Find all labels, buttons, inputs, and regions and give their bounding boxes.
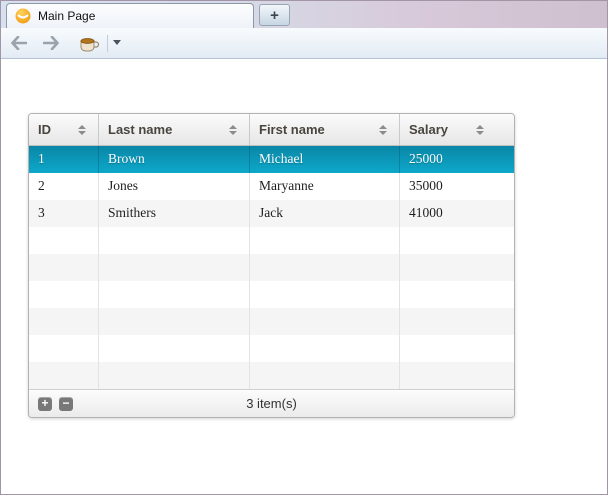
grid-header: ID Last name First name Salary xyxy=(29,114,514,146)
grid-footer: + − 3 item(s) xyxy=(29,389,514,417)
back-button[interactable] xyxy=(9,34,29,52)
table-row-empty xyxy=(29,227,514,254)
cell-firstname: Maryanne xyxy=(250,173,400,200)
column-header-salary[interactable]: Salary xyxy=(400,114,514,145)
table-row-empty xyxy=(29,308,514,335)
tab-title: Main Page xyxy=(38,9,95,23)
cell-lastname: Brown xyxy=(99,146,250,173)
back-arrow-icon xyxy=(11,36,27,50)
cell-salary: 41000 xyxy=(400,200,514,227)
page-content: ID Last name First name Salary 1 xyxy=(1,59,607,495)
item-count-status: 3 item(s) xyxy=(29,396,514,411)
browser-window: Main Page + xyxy=(0,0,608,495)
cell-firstname: Michael xyxy=(250,146,400,173)
tab-main-page[interactable]: Main Page xyxy=(6,3,254,28)
site-button[interactable] xyxy=(75,32,103,55)
table-row[interactable]: 3 Smithers Jack 41000 xyxy=(29,200,514,227)
table-row-empty xyxy=(29,254,514,281)
column-label: Last name xyxy=(108,122,172,137)
table-row-empty xyxy=(29,335,514,362)
cell-id: 3 xyxy=(29,200,99,227)
data-grid: ID Last name First name Salary 1 xyxy=(28,113,515,418)
chevron-down-icon[interactable] xyxy=(113,40,121,45)
cell-firstname: Jack xyxy=(250,200,400,227)
cell-salary: 35000 xyxy=(400,173,514,200)
toolbar-divider xyxy=(107,35,108,52)
tab-strip: Main Page + xyxy=(1,1,607,28)
forward-button[interactable] xyxy=(41,34,61,52)
navigation-toolbar: 127.0.0.1:8081 xyxy=(1,28,607,59)
column-label: ID xyxy=(38,122,51,137)
orange-ball-icon xyxy=(15,8,31,24)
forward-arrow-icon xyxy=(43,36,59,50)
cell-id: 1 xyxy=(29,146,99,173)
table-row[interactable]: 2 Jones Maryanne 35000 xyxy=(29,173,514,200)
column-header-id[interactable]: ID xyxy=(29,114,99,145)
coffee-cup-icon xyxy=(78,35,100,53)
sort-icon xyxy=(229,125,237,135)
sort-icon xyxy=(476,125,484,135)
cell-id: 2 xyxy=(29,173,99,200)
table-row-empty xyxy=(29,281,514,308)
table-row[interactable]: 1 Brown Michael 25000 xyxy=(29,146,514,173)
cell-lastname: Smithers xyxy=(99,200,250,227)
cell-lastname: Jones xyxy=(99,173,250,200)
table-row-empty xyxy=(29,362,514,389)
column-label: Salary xyxy=(409,122,448,137)
sort-icon xyxy=(78,125,86,135)
column-label: First name xyxy=(259,122,325,137)
column-header-lastname[interactable]: Last name xyxy=(99,114,250,145)
cell-salary: 25000 xyxy=(400,146,514,173)
new-tab-button[interactable]: + xyxy=(259,4,290,26)
sort-icon xyxy=(379,125,387,135)
column-header-firstname[interactable]: First name xyxy=(250,114,400,145)
